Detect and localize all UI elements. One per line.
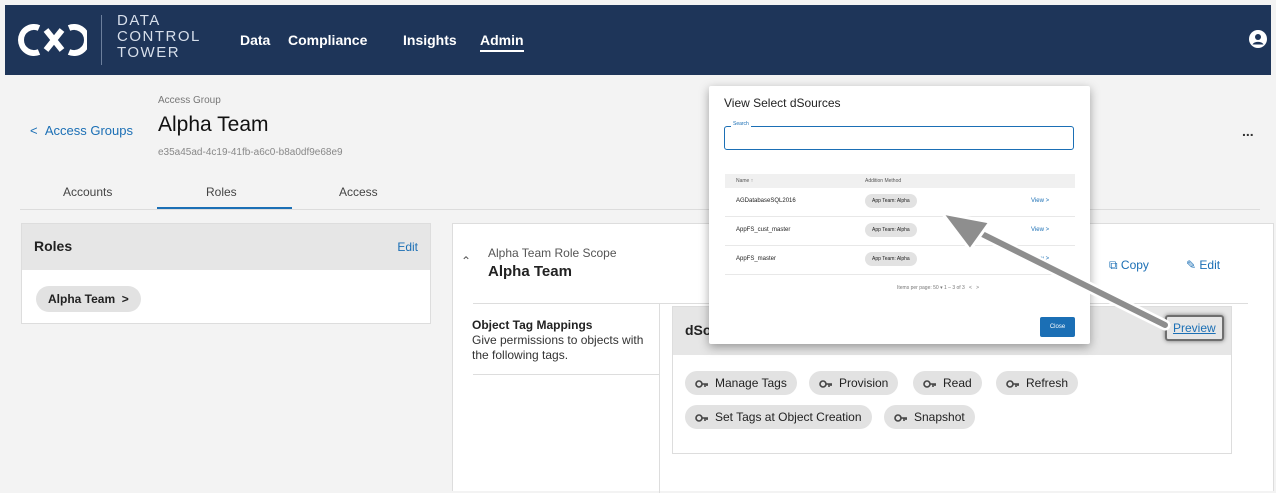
object-tag-mappings-title: Object Tag Mappings bbox=[472, 318, 593, 332]
view-link[interactable]: View > bbox=[1031, 256, 1049, 262]
key-icon bbox=[923, 380, 936, 388]
dsources-title: dSo bbox=[685, 322, 712, 338]
key-icon bbox=[819, 380, 832, 388]
method-chip: App Team: Alpha bbox=[865, 252, 917, 266]
collapse-chevron-icon[interactable]: ⌃ bbox=[461, 254, 471, 268]
active-tab-indicator bbox=[157, 207, 292, 209]
table-row: AppFS_master App Team: Alpha View > bbox=[725, 246, 1075, 275]
search-label: Search bbox=[731, 121, 751, 127]
table-header: Name ↑ Addition Method bbox=[725, 174, 1075, 188]
close-button[interactable]: Close bbox=[1040, 317, 1075, 337]
user-account-icon[interactable] bbox=[1249, 30, 1267, 48]
pencil-icon: ✎ bbox=[1186, 258, 1197, 272]
nav-insights[interactable]: Insights bbox=[403, 32, 457, 48]
roles-title: Roles bbox=[34, 238, 73, 254]
tab-accounts[interactable]: Accounts bbox=[63, 185, 112, 199]
permission-chip: Set Tags at Object Creation bbox=[685, 405, 872, 429]
table-row: AppFS_cust_master App Team: Alpha View > bbox=[725, 217, 1075, 246]
chevron-left-icon[interactable]: < bbox=[969, 285, 972, 291]
permission-chip: Refresh bbox=[996, 371, 1079, 395]
name-column-header[interactable]: Name ↑ bbox=[736, 178, 753, 184]
more-options-button[interactable]: ... bbox=[1242, 123, 1254, 139]
dialog-title: View Select dSources bbox=[724, 96, 841, 110]
view-dsources-dialog: View Select dSources Search Name ↑ Addit… bbox=[709, 86, 1090, 344]
back-to-access-groups[interactable]: < Access Groups bbox=[30, 123, 133, 138]
nav-compliance[interactable]: Compliance bbox=[288, 32, 367, 48]
edit-button[interactable]: ✎ Edit bbox=[1186, 258, 1220, 272]
scope-title: Alpha Team bbox=[488, 263, 572, 280]
view-link[interactable]: View > bbox=[1031, 227, 1049, 233]
nav-data[interactable]: Data bbox=[240, 32, 270, 48]
preview-button[interactable]: Preview bbox=[1165, 315, 1224, 341]
permission-chip: Read bbox=[913, 371, 982, 395]
chevron-right-icon: > bbox=[121, 292, 129, 306]
key-icon bbox=[695, 380, 708, 388]
page-title: Alpha Team bbox=[158, 113, 269, 136]
copy-icon: ⧉ bbox=[1109, 258, 1118, 272]
breadcrumb: Access Group bbox=[158, 95, 221, 106]
logo-icon bbox=[18, 24, 87, 56]
chevron-right-icon[interactable]: > bbox=[976, 285, 979, 291]
key-icon bbox=[695, 414, 708, 422]
object-tag-mappings-description: Give permissions to objects with the fol… bbox=[472, 333, 644, 362]
tab-access[interactable]: Access bbox=[339, 185, 378, 199]
tab-roles[interactable]: Roles bbox=[206, 185, 237, 199]
nav-admin[interactable]: Admin bbox=[480, 32, 524, 52]
search-input[interactable] bbox=[724, 126, 1074, 150]
table-row: AGDatabaseSQL2016 App Team: Alpha View > bbox=[725, 188, 1075, 217]
method-chip: App Team: Alpha bbox=[865, 194, 917, 208]
key-icon bbox=[894, 414, 907, 422]
group-id: e35a45ad-4c19-41fb-a6c0-b8a0df9e68e9 bbox=[158, 147, 343, 158]
roles-edit-button[interactable]: Edit bbox=[397, 240, 418, 254]
view-link[interactable]: View > bbox=[1031, 198, 1049, 204]
role-chip-alpha-team[interactable]: Alpha Team > bbox=[36, 286, 141, 312]
column-divider bbox=[659, 303, 660, 493]
permission-chip: Snapshot bbox=[884, 405, 975, 429]
pagination[interactable]: Items per page: 50 ▾ 1 – 3 of 3 < > bbox=[897, 285, 979, 291]
top-nav-bar: DATA CONTROL TOWER Data Compliance Insig… bbox=[5, 5, 1271, 75]
permission-chip: Provision bbox=[809, 371, 899, 395]
roles-header: Roles Edit bbox=[22, 224, 430, 270]
method-column-header: Addition Method bbox=[865, 178, 902, 184]
permission-chip: Manage Tags bbox=[685, 371, 797, 395]
logo-separator bbox=[101, 15, 102, 65]
key-icon bbox=[1006, 380, 1019, 388]
copy-button[interactable]: ⧉ Copy bbox=[1109, 258, 1149, 273]
method-chip: App Team: Alpha bbox=[865, 223, 917, 237]
scope-subtitle: Alpha Team Role Scope bbox=[488, 246, 617, 260]
mappings-divider bbox=[473, 374, 659, 375]
chevron-left-icon: < bbox=[30, 123, 45, 138]
brand-name: DATA CONTROL TOWER bbox=[117, 12, 201, 61]
roles-card: Roles Edit Alpha Team > bbox=[21, 223, 431, 324]
